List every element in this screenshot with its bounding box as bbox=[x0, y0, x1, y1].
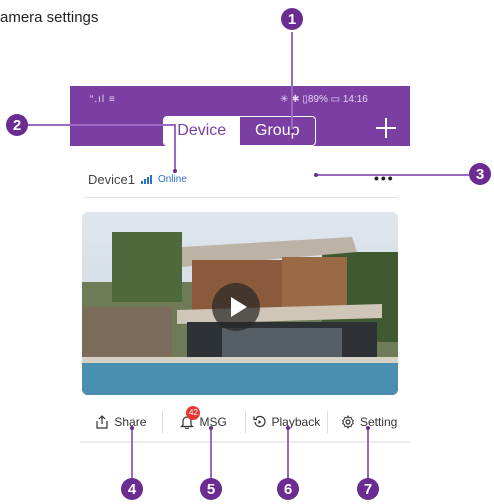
msg-count-badge: 42 bbox=[186, 406, 201, 420]
callout-line-2b bbox=[174, 124, 176, 172]
callout-dot-6 bbox=[286, 426, 290, 430]
callout-5: 5 bbox=[200, 478, 222, 500]
action-bar: Share 42 MSG Playback Setting bbox=[80, 404, 410, 440]
signal-icon bbox=[140, 175, 152, 184]
share-button[interactable]: Share bbox=[80, 415, 162, 429]
callout-line-1 bbox=[291, 32, 293, 132]
callout-1: 1 bbox=[281, 8, 303, 30]
divider bbox=[80, 441, 410, 443]
status-bar-left: “.ıl ≡ bbox=[90, 94, 116, 105]
more-options-button[interactable]: ••• bbox=[374, 170, 395, 186]
device-name: Device1 bbox=[88, 172, 135, 187]
callout-line-7 bbox=[367, 428, 369, 482]
share-icon bbox=[96, 415, 108, 429]
play-icon bbox=[231, 297, 247, 317]
callout-dot-4 bbox=[130, 426, 134, 430]
gear-icon bbox=[341, 415, 354, 429]
callout-3: 3 bbox=[469, 163, 491, 185]
callout-line-2 bbox=[28, 124, 176, 126]
callout-7: 7 bbox=[357, 478, 379, 500]
callout-dot-3 bbox=[314, 173, 318, 177]
callout-4: 4 bbox=[121, 478, 143, 500]
playback-label: Playback bbox=[271, 415, 321, 429]
callout-2: 2 bbox=[6, 114, 28, 136]
add-device-button[interactable] bbox=[372, 114, 400, 142]
device-status: Online bbox=[157, 174, 187, 185]
callout-line-3 bbox=[316, 174, 471, 176]
callout-line-4 bbox=[131, 428, 133, 482]
callout-dot-5 bbox=[209, 426, 213, 430]
callout-6: 6 bbox=[277, 478, 299, 500]
callout-line-5 bbox=[210, 428, 212, 482]
status-bar-right: ✳ ✱ ▯89% ▭ 14:16 bbox=[280, 94, 368, 105]
device-row: Device1 Online bbox=[88, 172, 187, 187]
callout-dot-1 bbox=[290, 129, 294, 133]
playback-icon bbox=[252, 416, 266, 428]
callout-line-6 bbox=[287, 428, 289, 482]
msg-label: MSG bbox=[199, 415, 227, 429]
callout-dot-2 bbox=[173, 169, 177, 173]
tab-group[interactable]: Group bbox=[240, 117, 316, 145]
page-title: amera settings bbox=[0, 9, 99, 26]
divider bbox=[84, 197, 398, 198]
play-button[interactable] bbox=[212, 283, 260, 331]
callout-dot-7 bbox=[366, 426, 370, 430]
msg-button[interactable]: 42 MSG bbox=[163, 406, 245, 430]
